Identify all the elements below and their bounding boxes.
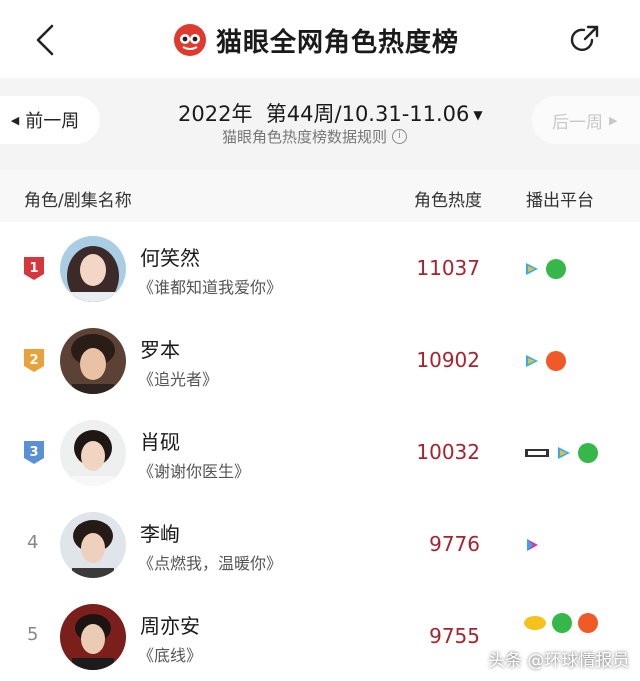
svg-text:2: 2 bbox=[29, 353, 38, 368]
next-week-button[interactable]: 后一周 ▶ bbox=[532, 96, 640, 144]
rules-text: 猫眼角色热度榜数据规则 bbox=[222, 128, 388, 146]
drama-title: 《底线》 bbox=[138, 646, 203, 665]
column-header-heat: 角色热度 bbox=[414, 191, 482, 211]
heat-value: 10032 bbox=[416, 440, 480, 464]
table-header: 角色/剧集名称 角色热度 播出平台 bbox=[0, 170, 640, 222]
table-row[interactable]: 3 肖砚 《谢谢你医生》 10032 bbox=[0, 406, 640, 498]
tencent-video-icon bbox=[558, 447, 570, 459]
drama-title: 《谁都知道我爱你》 bbox=[138, 278, 283, 297]
week-selector: ◀ 前一周 2022年 第44周/10.31-11.06 ▼ 猫眼角色热度榜数据规… bbox=[0, 78, 640, 170]
prev-week-label: 前一周 bbox=[25, 111, 80, 132]
platform-list bbox=[524, 612, 598, 634]
character-name: 罗本 bbox=[140, 338, 180, 362]
mgtv-icon bbox=[546, 351, 566, 371]
mgtv-icon bbox=[578, 613, 598, 633]
heat-value: 11037 bbox=[416, 256, 480, 280]
iqiyi-icon bbox=[546, 259, 566, 279]
week-period-dropdown[interactable]: 2022年 第44周/10.31-11.06 ▼ bbox=[178, 98, 483, 128]
youku-icon bbox=[527, 539, 538, 551]
top-bar: 猫眼全网角色热度榜 bbox=[0, 0, 640, 78]
character-name: 何笑然 bbox=[140, 246, 200, 270]
watermark: 头条 @环球情报员 bbox=[488, 651, 630, 671]
heat-value: 9755 bbox=[429, 624, 480, 648]
platform-list bbox=[524, 258, 566, 280]
character-name: 李峋 bbox=[140, 522, 180, 546]
week-period-text: 2022年 第44周/10.31-11.06 bbox=[178, 102, 470, 126]
chevron-left-icon[interactable] bbox=[30, 22, 60, 58]
character-name: 肖砚 bbox=[140, 430, 180, 454]
heat-value: 9776 bbox=[429, 532, 480, 556]
table-row[interactable]: 2 罗本 《追光者》 10902 bbox=[0, 314, 640, 406]
character-name: 周亦安 bbox=[140, 614, 200, 638]
caret-left-icon: ◀ bbox=[10, 113, 20, 127]
rank-number: 4 bbox=[27, 532, 39, 553]
mango-tv-icon bbox=[524, 616, 546, 630]
platform-list bbox=[524, 350, 566, 372]
drama-title: 《追光者》 bbox=[138, 370, 219, 389]
rules-link[interactable]: 猫眼角色热度榜数据规则 i bbox=[222, 126, 408, 147]
platform-list bbox=[524, 534, 540, 556]
svg-text:1: 1 bbox=[29, 261, 38, 276]
table-row[interactable]: 1 何笑然 《谁都知道我爱你》 11037 bbox=[0, 222, 640, 314]
prev-week-button[interactable]: ◀ 前一周 bbox=[0, 96, 100, 144]
next-week-label: 后一周 bbox=[552, 112, 603, 133]
column-header-platform: 播出平台 bbox=[526, 191, 594, 211]
avatar bbox=[60, 512, 126, 578]
avatar bbox=[60, 236, 126, 302]
caret-down-icon: ▼ bbox=[473, 108, 483, 122]
table-row[interactable]: 4 李峋 《点燃我，温暖你》 9776 bbox=[0, 498, 640, 590]
svg-text:3: 3 bbox=[29, 445, 38, 460]
page-title: 猫眼全网角色热度榜 bbox=[216, 27, 460, 58]
heat-value: 10902 bbox=[416, 348, 480, 372]
avatar bbox=[60, 604, 126, 670]
rank-badge-blue: 3 bbox=[24, 441, 44, 464]
avatar bbox=[60, 420, 126, 486]
rank-badge-orange: 2 bbox=[24, 349, 44, 372]
caret-right-icon: ▶ bbox=[609, 113, 618, 127]
platform-list bbox=[524, 442, 598, 464]
iqiyi-icon bbox=[578, 443, 598, 463]
rank-number: 5 bbox=[27, 624, 39, 645]
drama-title: 《谢谢你医生》 bbox=[138, 462, 251, 481]
tencent-video-icon bbox=[526, 355, 538, 367]
title-wrap: 猫眼全网角色热度榜 bbox=[174, 20, 459, 60]
drama-title: 《点燃我，温暖你》 bbox=[138, 554, 283, 573]
iqiyi-icon bbox=[552, 613, 572, 633]
column-header-role: 角色/剧集名称 bbox=[24, 191, 132, 211]
tencent-video-icon bbox=[526, 263, 538, 275]
avatar bbox=[60, 328, 126, 394]
rank-badge-gold-red: 1 bbox=[24, 257, 44, 280]
share-icon[interactable] bbox=[566, 22, 602, 58]
cctv-icon bbox=[525, 449, 549, 457]
info-icon: i bbox=[392, 129, 408, 144]
maoyan-cat-logo-icon bbox=[174, 24, 206, 56]
